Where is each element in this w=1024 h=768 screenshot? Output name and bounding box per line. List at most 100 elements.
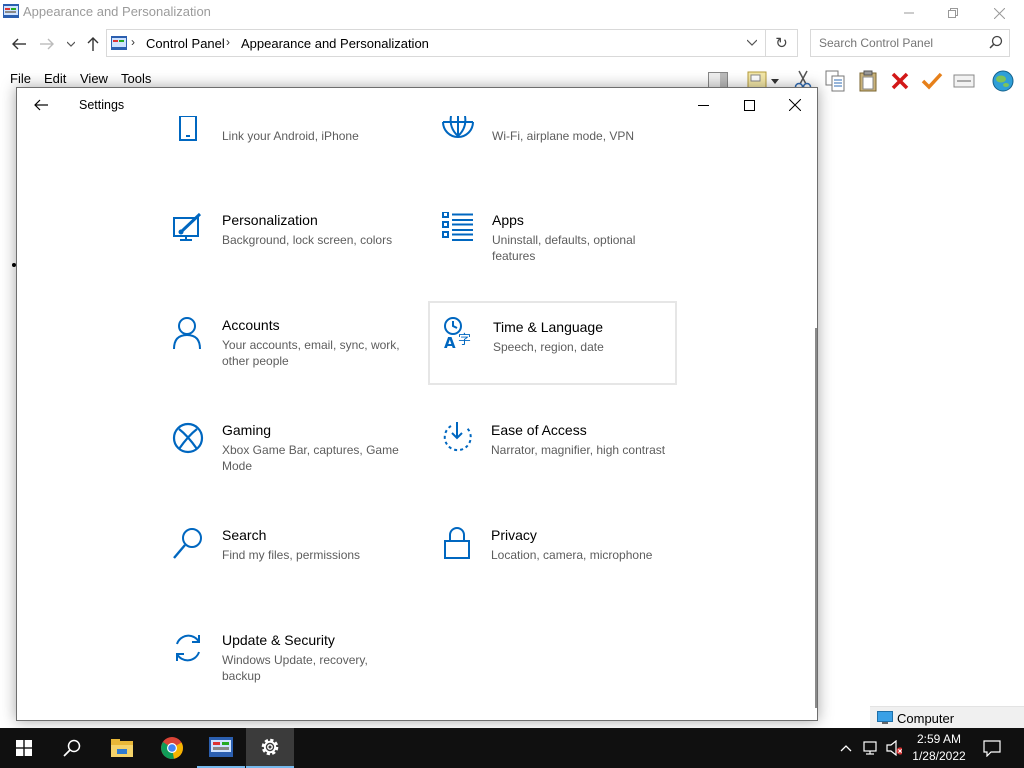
svg-text:字: 字 — [458, 333, 471, 348]
tile-search[interactable]: Search Find my files, permissions — [172, 527, 422, 611]
search-icon — [63, 739, 81, 757]
tile-gaming[interactable]: Gaming Xbox Game Bar, captures, Game Mod… — [172, 422, 422, 506]
taskbar-file-explorer[interactable] — [98, 728, 146, 768]
copy-toolbar-button[interactable] — [822, 68, 848, 94]
refresh-button[interactable]: ↻ — [766, 29, 798, 57]
back-button[interactable] — [10, 34, 28, 54]
up-button[interactable] — [84, 34, 102, 54]
tile-time-language[interactable]: A字 Time & Language Speech, region, date — [428, 301, 677, 385]
tile-apps[interactable]: Apps Uninstall, defaults, optional featu… — [442, 212, 692, 296]
paste-toolbar-button[interactable] — [855, 68, 881, 94]
start-button[interactable] — [0, 728, 48, 768]
tile-personalization[interactable]: Personalization Background, lock screen,… — [172, 212, 422, 296]
search-box[interactable] — [810, 29, 1010, 57]
tile-accounts-name: Accounts — [222, 317, 280, 333]
phone-icon — [179, 116, 197, 141]
tile-ease-of-access-desc: Narrator, magnifier, high contrast — [491, 443, 666, 457]
settings-back-button[interactable] — [31, 95, 51, 115]
settings-scrollbar[interactable] — [815, 328, 817, 708]
tile-privacy-desc: Location, camera, microphone — [491, 548, 653, 562]
gear-icon — [261, 738, 279, 756]
explorer-left-edge — [0, 96, 16, 706]
maximize-icon — [743, 99, 755, 111]
update-sync-icon — [176, 634, 200, 662]
tile-ease-of-access[interactable]: Ease of Access Narrator, magnifier, high… — [441, 422, 691, 506]
tile-privacy-name: Privacy — [491, 527, 537, 543]
search-icon — [989, 35, 1003, 49]
globe-network-icon — [442, 116, 474, 138]
up-arrow-icon — [87, 37, 99, 51]
rename-toolbar-button[interactable] — [951, 68, 977, 94]
tile-ease-of-access-name: Ease of Access — [491, 422, 587, 438]
tile-time-language-name: Time & Language — [493, 319, 603, 335]
explorer-title: Appearance and Personalization — [23, 4, 211, 19]
breadcrumb-separator: › — [226, 35, 230, 49]
settings-title-bar: Settings — [17, 88, 817, 122]
menu-tools[interactable]: Tools — [121, 71, 151, 86]
apps-list-icon — [442, 212, 473, 241]
tile-personalization-name: Personalization — [222, 212, 318, 228]
menu-edit[interactable]: Edit — [44, 71, 66, 86]
tile-personalization-desc: Background, lock screen, colors — [222, 233, 393, 247]
volume-tray-button[interactable] — [886, 740, 902, 756]
tile-phone-desc: Link your Android, iPhone — [222, 129, 359, 143]
taskbar-control-panel[interactable] — [197, 728, 245, 768]
tile-search-name: Search — [222, 527, 267, 543]
address-bar[interactable]: › Control Panel › Appearance and Persona… — [106, 29, 766, 57]
settings-title: Settings — [79, 98, 125, 112]
explorer-minimize-button[interactable] — [886, 0, 932, 26]
menu-file[interactable]: File — [10, 71, 31, 86]
triangle-down-icon — [771, 78, 779, 84]
back-arrow-icon — [34, 99, 48, 111]
address-dropdown-button[interactable] — [746, 35, 758, 49]
delete-toolbar-button[interactable] — [887, 68, 913, 94]
taskbar-chrome[interactable] — [148, 728, 196, 768]
tile-phone[interactable]: Link your Android, iPhone — [172, 116, 422, 212]
taskbar: 2:59 AM 1/28/2022 — [0, 728, 1024, 768]
breadcrumb-appearance[interactable]: Appearance and Personalization — [241, 36, 429, 51]
minimize-icon — [904, 12, 914, 14]
lock-icon — [444, 527, 470, 559]
settings-close-button[interactable] — [772, 88, 817, 122]
explorer-restore-button[interactable] — [930, 0, 976, 26]
taskbar-search-button[interactable] — [48, 728, 96, 768]
search-input[interactable] — [811, 30, 981, 56]
volume-muted-icon — [886, 740, 902, 756]
tile-update-security[interactable]: Update & Security Windows Update, recove… — [172, 632, 422, 716]
tile-network[interactable]: Wi-Fi, airplane mode, VPN — [442, 116, 692, 212]
tile-network-desc: Wi-Fi, airplane mode, VPN — [492, 129, 635, 143]
apply-toolbar-button[interactable] — [919, 68, 945, 94]
red-x-delete-icon — [891, 72, 909, 90]
chevron-down-icon — [746, 39, 758, 46]
settings-maximize-button[interactable] — [726, 88, 772, 122]
taskbar-clock[interactable]: 2:59 AM 1/28/2022 — [904, 731, 974, 765]
windows-logo-icon — [16, 740, 32, 756]
action-center-button[interactable] — [983, 739, 1001, 757]
internet-toolbar-button[interactable] — [990, 68, 1016, 94]
tile-search-desc: Find my files, permissions — [222, 548, 361, 562]
breadcrumb-control-panel[interactable]: Control Panel — [146, 36, 225, 51]
tile-privacy[interactable]: Privacy Location, camera, microphone — [441, 527, 691, 611]
settings-minimize-button[interactable] — [680, 88, 726, 122]
taskbar-settings[interactable] — [246, 728, 294, 768]
menu-view[interactable]: View — [80, 71, 108, 86]
restore-icon — [948, 8, 958, 18]
network-tray-button[interactable] — [862, 740, 878, 756]
close-icon — [993, 7, 1005, 19]
tile-accounts-desc: Your accounts, email, sync, work, other … — [222, 338, 400, 368]
back-arrow-icon — [12, 38, 26, 50]
clock-date: 1/28/2022 — [912, 749, 966, 763]
chrome-icon — [161, 737, 183, 759]
explorer-status-bar: Computer — [870, 706, 1024, 728]
tile-accounts[interactable]: Accounts Your accounts, email, sync, wor… — [172, 317, 422, 401]
globe-icon — [992, 70, 1014, 92]
rename-box-icon — [953, 74, 975, 88]
explorer-close-button[interactable] — [976, 0, 1022, 26]
recent-locations-button[interactable] — [64, 34, 78, 54]
forward-button[interactable] — [38, 34, 56, 54]
notification-icon — [983, 739, 1001, 757]
minimize-icon — [697, 104, 709, 106]
show-hidden-icons-button[interactable] — [838, 740, 854, 756]
clock-time: 2:59 AM — [916, 732, 962, 746]
breadcrumb-separator: › — [131, 35, 135, 49]
